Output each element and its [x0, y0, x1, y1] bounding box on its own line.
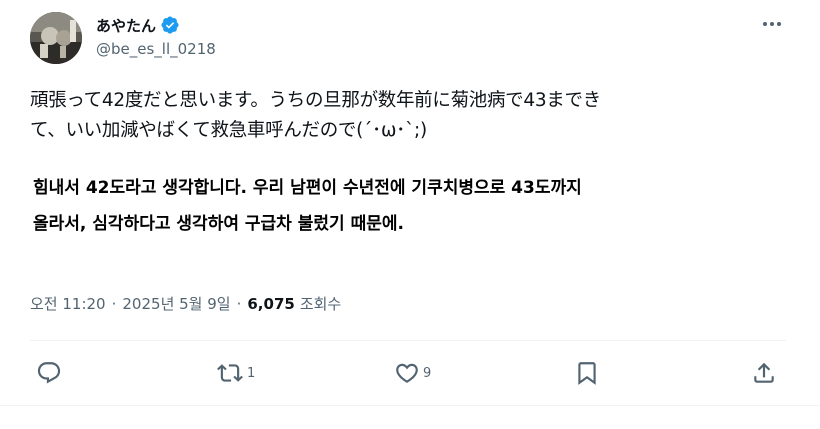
- views-count[interactable]: 6,075: [247, 295, 294, 313]
- translation-text: 힘내서 42도라고 생각합니다. 우리 남편이 수년전에 기쿠치병으로 43도까…: [33, 170, 793, 242]
- translation-text-line: 힘내서 42도라고 생각합니다. 우리 남편이 수년전에 기쿠치병으로 43도까…: [33, 178, 582, 198]
- like-count: 9: [423, 365, 432, 381]
- retweet-button[interactable]: 1: [216, 356, 255, 390]
- heart-icon: [396, 363, 418, 383]
- tweet-meta: 오전 11:20 · 2025년 5월 9일 · 6,075 조회수: [30, 293, 341, 314]
- verified-badge-icon[interactable]: [160, 15, 180, 35]
- more-options-button[interactable]: [760, 16, 784, 32]
- tweet-text: 頑張って42度だと思います。うちの旦那が数年前に菊池病で43までき て、いい加減…: [30, 86, 770, 146]
- tweet-text-line: て、いい加減やばくて救急車呼んだので(´･ω･`;): [30, 120, 427, 141]
- translation-text-line: 올라서, 심각하다고 생각하여 구급차 불렀기 때문에.: [33, 214, 404, 234]
- more-icon: [763, 22, 781, 26]
- views-label[interactable]: 조회수: [300, 293, 341, 314]
- author-block: あやたん @be_es_ll_0218: [96, 14, 216, 58]
- bookmark-button[interactable]: [574, 356, 600, 390]
- bookmark-icon: [578, 362, 596, 385]
- retweet-count: 1: [247, 365, 256, 381]
- action-bar: 1 9: [30, 356, 790, 390]
- meta-separator: ·: [111, 294, 117, 313]
- avatar[interactable]: [30, 12, 82, 64]
- bottom-divider: [0, 405, 820, 406]
- meta-separator: ·: [236, 294, 242, 313]
- tweet-card: あやたん @be_es_ll_0218 頑張って42度だと思います。うちの旦那が…: [0, 0, 820, 429]
- tweet-text-line: 頑張って42度だと思います。うちの旦那が数年前に菊池病で43までき: [30, 90, 601, 111]
- tweet-time[interactable]: 오전 11:20: [30, 293, 106, 314]
- reply-icon: [37, 362, 61, 384]
- avatar-image: [30, 12, 82, 64]
- share-button[interactable]: [751, 356, 777, 390]
- divider: [30, 340, 786, 341]
- handle[interactable]: @be_es_ll_0218: [96, 40, 216, 58]
- tweet-date[interactable]: 2025년 5월 9일: [122, 293, 230, 314]
- reply-button[interactable]: [36, 356, 62, 390]
- share-icon: [754, 362, 774, 383]
- name-row: あやたん: [96, 14, 216, 36]
- retweet-icon: [217, 364, 243, 382]
- like-button[interactable]: 9: [394, 356, 431, 390]
- display-name[interactable]: あやたん: [96, 15, 156, 36]
